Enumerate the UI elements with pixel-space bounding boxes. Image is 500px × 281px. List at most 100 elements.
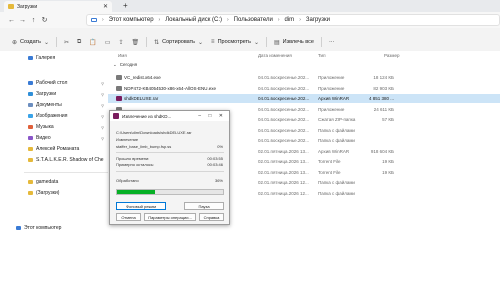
file-date: 04.01.воскресенье.202...	[258, 127, 310, 133]
file-date: 04.01.воскресенье.202...	[258, 96, 310, 101]
sidebar-item[interactable]: gamedata	[28, 179, 104, 185]
extract-label: Извлечь все	[282, 39, 314, 45]
file-name: shdkDELUXE.rar	[124, 96, 159, 101]
elapsed-value: 00:03:55	[207, 156, 223, 161]
file-size: 4 851 380 ...	[368, 96, 394, 101]
file-type: Папка с файлами	[318, 190, 355, 196]
pin-icon: ⚲	[101, 124, 104, 130]
copy-icon[interactable]: ⧉	[73, 39, 85, 46]
pin-icon: ⚲	[101, 135, 104, 141]
tab-downloads[interactable]: Загрузки ✕	[4, 1, 112, 12]
breadcrumb[interactable]: › Этот компьютер › Локальный диск (C:) ›…	[86, 14, 500, 26]
background-button[interactable]: Фоновый режим	[116, 202, 166, 210]
sidebar-item[interactable]: S.T.A.L.K.E.R. Shadow of Che	[28, 157, 104, 163]
close-tab-icon[interactable]: ✕	[103, 3, 108, 10]
extract-icon: ▤	[273, 39, 280, 46]
cancel-button[interactable]: Отмена	[116, 213, 141, 221]
options-button[interactable]: Параметры операции...	[144, 213, 196, 221]
file-size: 18 124 КБ	[373, 75, 394, 80]
sidebar-item[interactable]: Музыка ⚲	[28, 124, 104, 130]
sidebar-item[interactable]: (Загрузки)	[28, 190, 104, 196]
dialog-title-bar: Извлечение из shdKD... – □ ✕	[110, 111, 229, 121]
sort-button[interactable]: ⇅ Сортировать ⌄	[150, 39, 207, 46]
column-date[interactable]: Дата изменения	[258, 53, 292, 58]
pause-button[interactable]: Пауза	[184, 202, 224, 210]
chevron-right-icon: ›	[102, 17, 104, 23]
folder-icon	[28, 125, 33, 129]
breadcrumb-item[interactable]: Загрузки	[306, 17, 330, 23]
navigation-pane: Галерея Рабочий стол ⚲ Загрузки ⚲ Документы ⚲…	[0, 51, 108, 231]
file-date: 02.01.пятница.2026 12...	[258, 190, 309, 196]
sidebar-item[interactable]: Изображения ⚲	[28, 113, 104, 119]
breadcrumb-item[interactable]: Пользователи	[234, 17, 273, 23]
command-bar: ⊕ Создать ⌄ ✂ ⧉ 📋 ▭ ⇪ 🗑 ⇅ Сортировать ⌄ …	[0, 33, 500, 51]
file-row[interactable]: NDP472-KB4054530-x86-x64-AllOS-ENU.exe 04…	[108, 84, 500, 93]
explorer-window: Загрузки ✕ + ← → ↑ ↻ › Этот компьютер › …	[0, 0, 500, 231]
file-row[interactable]: VC_redist.x64.exe 04.01.воскресенье.202..…	[108, 73, 500, 82]
file-date: 04.01.воскресенье.202...	[258, 85, 310, 91]
file-date: 02.01.пятница.2026 12...	[258, 180, 309, 185]
sidebar-item-gallery[interactable]: Галерея	[28, 55, 104, 61]
sort-label: Сортировать	[162, 39, 196, 45]
file-date: 04.01.воскресенье.202...	[258, 75, 310, 80]
sidebar-divider	[24, 172, 108, 173]
pin-icon: ⚲	[101, 91, 104, 97]
refresh-icon[interactable]: ↻	[39, 16, 50, 24]
sidebar-item-this-pc[interactable]: Этот компьютер	[16, 225, 92, 231]
sidebar-item[interactable]: Видео ⚲	[28, 135, 104, 141]
sidebar-item-label: Загрузки	[36, 91, 57, 97]
pin-icon: ⚲	[101, 80, 104, 86]
column-size[interactable]: Размер	[384, 53, 399, 58]
share-icon[interactable]: ⇪	[114, 39, 127, 46]
file-type: Папка с файлами	[318, 127, 355, 133]
toolbar-divider	[265, 37, 267, 47]
file-date: 04.01.воскресенье.202...	[258, 138, 310, 143]
extract-all-button[interactable]: ▤ Извлечь все	[270, 39, 318, 46]
chevron-down-icon: ⌄	[113, 62, 117, 67]
breadcrumb-item[interactable]: Этот компьютер	[109, 17, 154, 23]
sidebar-item[interactable]: Алексей Романата	[28, 146, 104, 152]
winrar-icon	[113, 113, 119, 119]
folder-icon	[28, 147, 33, 151]
forward-icon[interactable]: →	[17, 17, 28, 24]
rename-icon[interactable]: ▭	[101, 39, 115, 46]
help-button[interactable]: Справка	[199, 213, 224, 221]
file-size: 57 КБ	[382, 117, 394, 122]
progress-fill	[117, 190, 156, 194]
chevron-right-icon: ›	[299, 17, 301, 23]
sidebar-item[interactable]: Рабочий стол ⚲	[28, 80, 104, 86]
pin-icon: ⚲	[101, 113, 104, 119]
dialog-title: Извлечение из shdKD...	[122, 113, 172, 119]
sidebar-item[interactable]: Загрузки ⚲	[28, 91, 104, 97]
view-button[interactable]: ≡ Просмотреть ⌄	[207, 39, 263, 46]
file-type: Архив WinRAR	[318, 148, 350, 154]
create-button[interactable]: ⊕ Создать ⌄	[8, 39, 53, 46]
breadcrumb-item[interactable]: dim	[285, 17, 295, 23]
cut-icon[interactable]: ✂	[60, 39, 73, 46]
column-type[interactable]: Тип	[318, 53, 326, 58]
paste-icon[interactable]: 📋	[85, 39, 100, 46]
file-type: Приложение	[318, 75, 345, 80]
breadcrumb-item[interactable]: Локальный диск (C:)	[165, 17, 222, 23]
file-date: 04.01.воскресенье.202...	[258, 117, 310, 122]
toolbar-divider	[146, 37, 148, 47]
folder-icon	[28, 81, 33, 85]
file-percent: 0%	[217, 144, 223, 149]
more-button[interactable]: ···	[325, 39, 339, 45]
group-header[interactable]: ⌄ Сегодня	[113, 62, 137, 68]
elapsed-label: Прошло времени:	[116, 156, 150, 161]
file-type: Архив WinRAR	[318, 96, 350, 101]
column-name[interactable]: Имя	[118, 53, 127, 58]
delete-icon[interactable]: 🗑	[127, 39, 143, 46]
back-icon[interactable]: ←	[6, 17, 17, 24]
file-date: 02.01.пятница.2026 13...	[258, 148, 309, 154]
new-tab-button[interactable]: +	[123, 1, 128, 10]
plus-circle-icon: ⊕	[12, 39, 18, 46]
file-type: Папка с файлами	[318, 180, 355, 185]
sidebar-item[interactable]: Документы ⚲	[28, 102, 104, 108]
up-icon[interactable]: ↑	[28, 17, 39, 24]
view-icon: ≡	[211, 39, 215, 45]
file-row[interactable]: shdkDELUXE.rar 04.01.воскресенье.202... Ар…	[108, 94, 500, 103]
file-date: 04.01.воскресенье.202...	[258, 106, 310, 112]
window-controls[interactable]: – □ ✕	[198, 113, 226, 119]
